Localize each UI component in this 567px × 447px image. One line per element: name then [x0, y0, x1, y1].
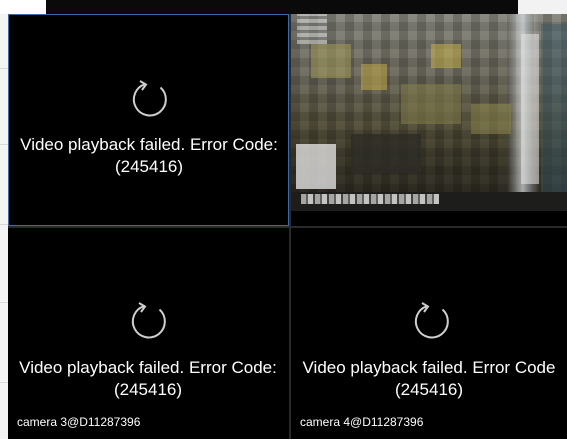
error-code: (245416)	[114, 157, 184, 176]
error-message: Video playback failed. Error Code: (2454…	[9, 134, 288, 178]
margin-tick	[0, 68, 8, 69]
camera-tile-2[interactable]	[291, 14, 567, 226]
feed-region	[431, 44, 461, 68]
margin-tick	[0, 224, 8, 225]
left-margin	[0, 14, 8, 439]
feed-region	[361, 64, 387, 90]
feed-region	[521, 34, 539, 184]
reload-icon[interactable]	[126, 299, 170, 343]
error-text: Video playback failed. Error Code:	[20, 135, 278, 154]
reload-icon[interactable]	[127, 77, 171, 121]
camera-tile-3[interactable]: Video playback failed. Error Code: (2454…	[8, 228, 289, 439]
margin-tick	[0, 382, 8, 383]
camera-label: camera 3@D11287396	[17, 415, 141, 429]
camera-tile-4[interactable]: Video playback failed. Error Code (24541…	[291, 228, 567, 439]
reload-icon[interactable]	[409, 299, 453, 343]
feed-region	[351, 134, 421, 174]
grid-divider-horizontal	[8, 226, 567, 228]
top-strip	[46, 0, 518, 14]
error-message: Video playback failed. Error Code: (2454…	[8, 357, 289, 401]
feed-region	[471, 104, 511, 134]
error-code: (245416)	[394, 380, 464, 399]
camera-tile-1[interactable]: Video playback failed. Error Code: (2454…	[8, 14, 289, 226]
video-feed[interactable]	[291, 14, 567, 211]
error-code: (245416)	[113, 380, 183, 399]
feed-region	[311, 44, 351, 78]
margin-tick	[0, 144, 8, 145]
osd-timestamp	[301, 194, 439, 204]
top-strip-right	[518, 0, 567, 14]
camera-grid: Video playback failed. Error Code: (2454…	[8, 14, 567, 439]
camera-label: camera 4@D11287396	[300, 415, 424, 429]
error-text: Video playback failed. Error Code:	[19, 358, 277, 377]
feed-region	[541, 24, 567, 194]
error-message: Video playback failed. Error Code (24541…	[291, 357, 567, 401]
error-text: Video playback failed. Error Code	[302, 358, 556, 377]
osd-overlay	[297, 14, 327, 44]
feed-region	[296, 144, 336, 189]
feed-region	[401, 84, 461, 124]
margin-tick	[0, 302, 8, 303]
